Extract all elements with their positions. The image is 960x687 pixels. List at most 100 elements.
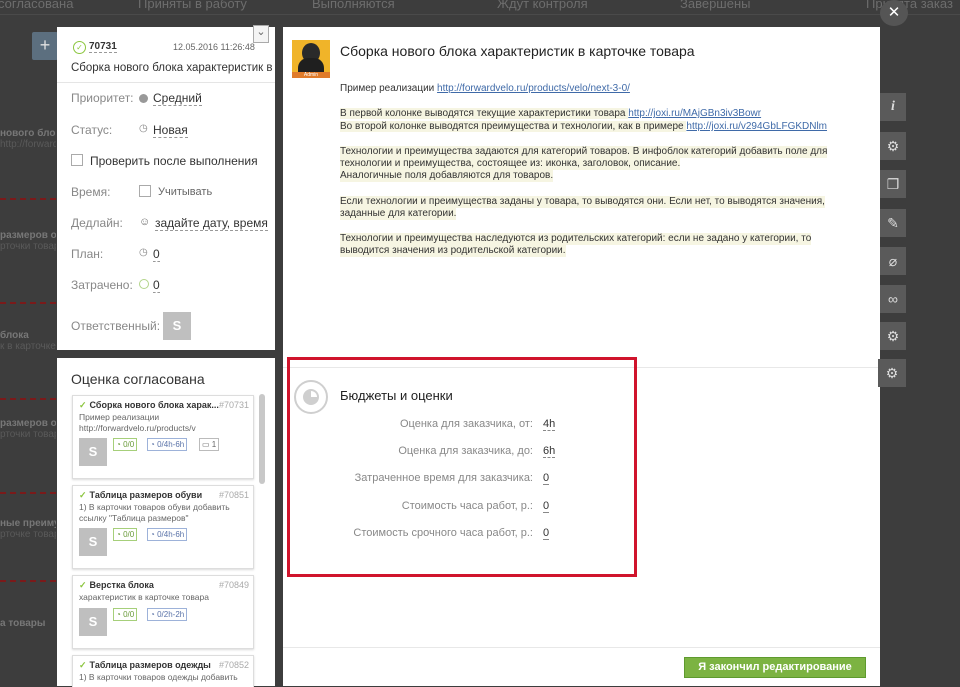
comment-icon: ▭ [202,440,210,449]
description-p2: В первой колонке выводятся текущие харак… [340,108,762,119]
background-card[interactable]: размеров обрточки товаров обу [0,230,56,252]
spent-tag: ◔ 0/0 [113,608,138,621]
pencil-icon[interactable]: ✎ [880,209,906,237]
divider [283,647,880,648]
description-line: Если технологии и преимущества заданы у … [340,196,825,208]
estimate-from-value[interactable]: 4h [543,418,556,431]
spent-value[interactable]: 0 [153,278,160,293]
gear-icon[interactable]: ⚙ [880,322,906,350]
hour-cost-value[interactable]: 0 [543,500,550,513]
deadline-label: Дедлайн: [71,216,123,230]
task-id[interactable]: 70731 [89,41,117,53]
estimate-from-label: Оценка для заказчика, от: [399,418,533,430]
time-checkbox[interactable] [139,185,151,199]
list-item[interactable]: ✓ Верстка блока #70849 характеристик в ка… [72,575,254,649]
tab-accepted[interactable]: Приняты в работу [138,0,247,11]
background-card[interactable]: нового блокаhttp://forwardv [0,128,56,150]
estimate-tag: ◔ 0/4h-6h [147,528,188,541]
background-divider [0,398,56,400]
tab-awaiting-control[interactable]: Ждут контроля [497,0,588,11]
copy-icon[interactable]: ❐ [880,170,906,198]
estimate-tag: ◔ 0/2h-2h [147,608,188,621]
background-divider [0,492,56,494]
divider [57,82,275,83]
list-item[interactable]: ✓ Таблица размеров обуви #70851 1) В карт… [72,485,254,569]
progress-icon: ◔ [150,530,155,539]
avatar: S [79,438,107,466]
urgent-hour-cost-value[interactable]: 0 [543,527,550,540]
tab-completed[interactable]: Завершены [680,0,750,11]
info-icon[interactable]: i [880,93,906,121]
priority-value[interactable]: Средний [153,91,202,106]
check-after-label: Проверить после выполнения [90,154,258,168]
spent-tag: ◔ 0/0 [113,438,138,451]
list-scrollbar[interactable] [259,394,265,484]
description-line: заданные для категории. [340,208,457,220]
gear-icon[interactable]: ⚙ [878,359,906,387]
status-value[interactable]: Новая [153,123,188,138]
estimate-to-label: Оценка для заказчика, до: [398,445,533,457]
status-check-icon: ✓ [73,41,86,54]
description-p1: Пример реализации http://forwardvelo.ru/… [340,83,630,94]
spent-time-value[interactable]: 0 [543,472,550,485]
background-card[interactable]: а товары [0,618,56,629]
tab-customer-accepted[interactable]: Принята заказ [866,0,953,11]
comments-tag: ▭ 1 [199,438,220,451]
list-title: Оценка согласована [71,371,205,387]
collapse-chevron-icon[interactable]: ⌄ [253,25,269,43]
gear-icon[interactable]: ⚙ [880,132,906,160]
plan-label: План: [71,247,104,261]
tab-in-progress[interactable]: Выполняются [312,0,395,11]
responsible-avatar[interactable]: S [163,312,191,340]
list-item[interactable]: ✓ Таблица размеров одежды #70852 1) В кар… [72,655,254,687]
task-date: 12.05.2016 11:26:48 [173,42,255,52]
background-divider [0,580,56,582]
time-value: Учитывать [158,186,213,198]
budget-clock-icon [294,380,328,414]
deadline-value[interactable]: задайте дату, время [155,216,268,231]
budget-title: Бюджеты и оценки [340,388,453,403]
progress-icon: ◔ [116,610,121,619]
avatar: S [79,528,107,556]
description-line: выводится значения из родительской катег… [340,245,566,257]
spent-tag: ◔ 0/0 [113,528,138,541]
description-line: Технологии и преимущества наследуются из… [340,233,812,245]
deadline-icon: ☺ [139,216,151,228]
description-line: технологии и преимущества, состоящее из:… [340,158,681,170]
spent-label: Затрачено: [71,278,133,292]
clock-icon: ◷ [139,247,148,258]
background-card[interactable]: ные преимурточке товара об [0,518,56,540]
urgent-hour-cost-label: Стоимость срочного часа работ, р.: [353,527,533,539]
background-card[interactable]: блока к в карточке [0,330,56,352]
close-icon[interactable]: ✕ [880,0,908,26]
check-after-checkbox[interactable] [71,154,83,168]
description-link[interactable]: http://joxi.ru/v294GbLFGKDNlm [686,121,827,132]
priority-dot-icon [139,94,148,103]
tab-agreed[interactable]: согласована [0,0,73,11]
progress-icon: ◔ [150,610,155,619]
add-task-button[interactable]: + [32,32,58,60]
description-link[interactable]: http://joxi.ru/MAjGBn3iv3Bowr [628,108,761,119]
background-card[interactable]: размеров одрточки товаров [0,418,56,440]
background-divider [0,198,56,200]
estimate-to-value[interactable]: 6h [543,445,556,458]
description-p2b: Во второй колонке выводятся преимущества… [340,121,828,132]
plan-value[interactable]: 0 [153,247,160,262]
finish-editing-button[interactable]: Я закончил редактирование [684,657,866,678]
priority-label: Приоритет: [71,91,134,105]
check-icon: ✓ [79,660,87,670]
link-icon[interactable]: ∞ [880,285,906,313]
progress-icon: ◔ [116,440,121,449]
avatar: S [79,608,107,636]
check-icon: ✓ [79,580,87,590]
background-tabs: согласована Приняты в работу Выполняются… [0,0,960,14]
check-icon: ✓ [79,490,87,500]
background-divider [0,302,56,304]
list-item[interactable]: ✓ Сборка нового блока харак... #70731 При… [72,395,254,479]
hour-cost-label: Стоимость часа работ, р.: [401,500,533,512]
spent-time-label: Затраченное время для заказчика: [354,472,533,484]
description-link[interactable]: http://forwardvelo.ru/products/velo/next… [437,83,630,94]
task-title: Сборка нового блока характеристик в [71,62,273,74]
tabs-divider [0,14,960,15]
tag-icon[interactable]: ⌀ [880,247,906,275]
